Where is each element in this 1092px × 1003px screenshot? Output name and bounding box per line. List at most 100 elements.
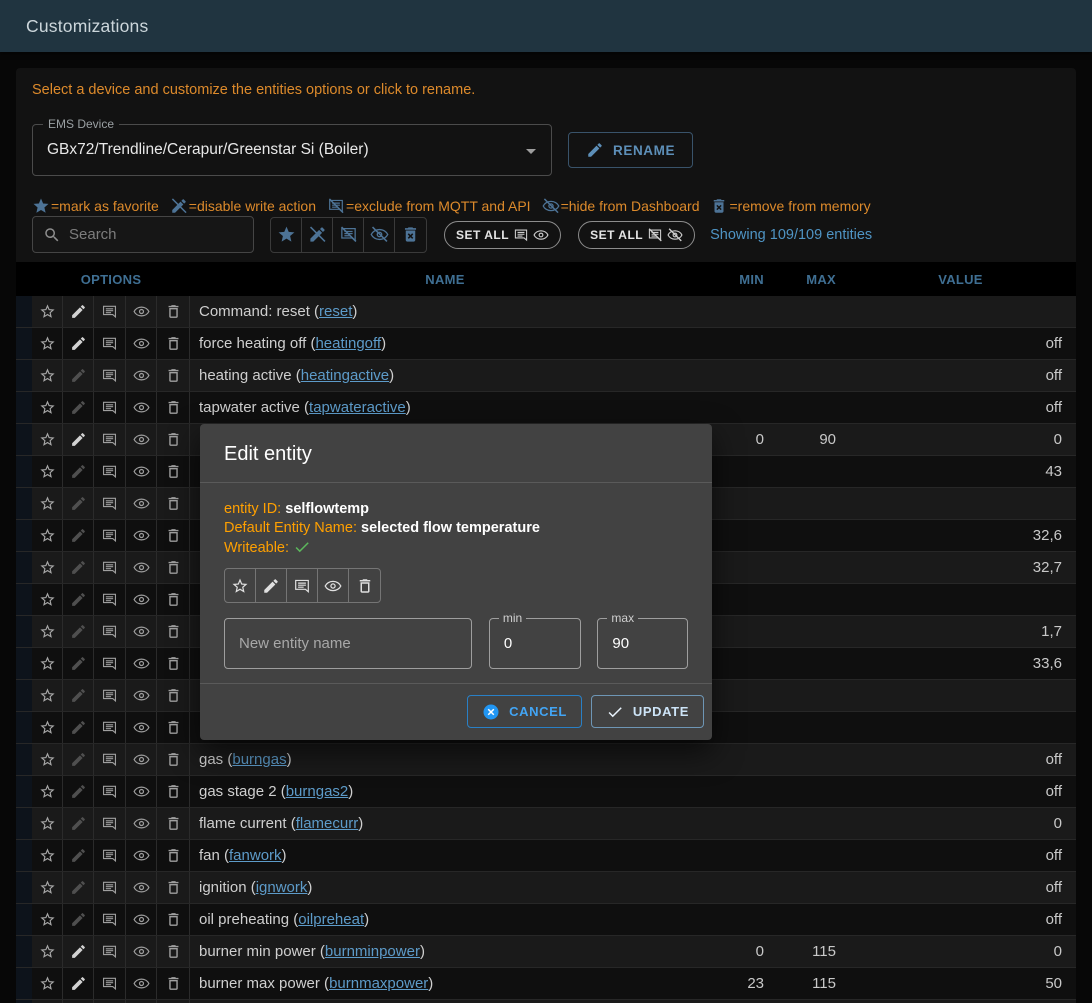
exclude-mqtt-button[interactable] (94, 456, 126, 487)
exclude-mqtt-button[interactable] (94, 648, 126, 679)
visibility-button[interactable] (126, 616, 157, 647)
visibility-button[interactable] (126, 552, 157, 583)
exclude-mqtt-button[interactable] (94, 520, 126, 551)
favorite-button[interactable] (32, 968, 63, 999)
favorite-button[interactable] (32, 904, 63, 935)
favorite-button[interactable] (32, 552, 63, 583)
favorite-button[interactable] (32, 392, 63, 423)
visibility-button[interactable] (126, 776, 157, 807)
visibility-button[interactable] (126, 808, 157, 839)
edit-entity-button[interactable] (63, 712, 94, 743)
delete-button[interactable] (157, 680, 190, 711)
entity-id-link[interactable]: reset (319, 303, 352, 320)
table-row[interactable]: burner min power (burnminpower)01150 (16, 936, 1076, 968)
delete-button[interactable] (157, 392, 190, 423)
delete-button[interactable] (157, 552, 190, 583)
exclude-mqtt-button[interactable] (94, 872, 126, 903)
set-all-hide-button[interactable]: SET ALL (578, 221, 695, 249)
exclude-mqtt-button[interactable] (94, 936, 126, 967)
dialog-delete-button[interactable] (349, 569, 380, 602)
edit-entity-button[interactable] (63, 616, 94, 647)
delete-button[interactable] (157, 776, 190, 807)
table-row[interactable]: Command: reset (reset) (16, 296, 1076, 328)
favorite-button[interactable] (32, 488, 63, 519)
table-row[interactable]: heating active (heatingactive)off (16, 360, 1076, 392)
entity-id-link[interactable]: burngas (232, 751, 286, 768)
toggle-remove-memory-button[interactable] (395, 218, 426, 252)
delete-button[interactable] (157, 520, 190, 551)
delete-button[interactable] (157, 712, 190, 743)
visibility-button[interactable] (126, 520, 157, 551)
favorite-button[interactable] (32, 520, 63, 551)
entity-id-link[interactable]: flamecurr (296, 815, 359, 832)
favorite-button[interactable] (32, 712, 63, 743)
delete-button[interactable] (157, 968, 190, 999)
edit-entity-button[interactable] (63, 744, 94, 775)
delete-button[interactable] (157, 936, 190, 967)
exclude-mqtt-button[interactable] (94, 360, 126, 391)
visibility-button[interactable] (126, 488, 157, 519)
toggle-favorite-button[interactable] (271, 218, 302, 252)
toggle-exclude-mqtt-button[interactable] (333, 218, 364, 252)
exclude-mqtt-button[interactable] (94, 392, 126, 423)
table-row[interactable]: flame current (flamecurr)0 (16, 808, 1076, 840)
exclude-mqtt-button[interactable] (94, 584, 126, 615)
dialog-visibility-button[interactable] (318, 569, 349, 602)
delete-button[interactable] (157, 360, 190, 391)
min-input[interactable] (490, 635, 581, 652)
edit-entity-button[interactable] (63, 392, 94, 423)
table-row[interactable]: ignition (ignwork)off (16, 872, 1076, 904)
visibility-button[interactable] (126, 712, 157, 743)
entity-id-link[interactable]: burnmaxpower (329, 975, 428, 992)
table-row[interactable]: burner max power (burnmaxpower)2311550 (16, 968, 1076, 1000)
exclude-mqtt-button[interactable] (94, 488, 126, 519)
edit-entity-button[interactable] (63, 328, 94, 359)
visibility-button[interactable] (126, 328, 157, 359)
update-button[interactable]: UPDATE (591, 695, 704, 728)
delete-button[interactable] (157, 296, 190, 327)
edit-entity-button[interactable] (63, 424, 94, 455)
visibility-button[interactable] (126, 584, 157, 615)
visibility-button[interactable] (126, 904, 157, 935)
exclude-mqtt-button[interactable] (94, 616, 126, 647)
delete-button[interactable] (157, 808, 190, 839)
exclude-mqtt-button[interactable] (94, 776, 126, 807)
table-row[interactable]: fan (fanwork)off (16, 840, 1076, 872)
exclude-mqtt-button[interactable] (94, 712, 126, 743)
cancel-button[interactable]: CANCEL (467, 695, 582, 728)
edit-entity-button[interactable] (63, 360, 94, 391)
exclude-mqtt-button[interactable] (94, 296, 126, 327)
set-all-show-button[interactable]: SET ALL (444, 221, 561, 249)
visibility-button[interactable] (126, 968, 157, 999)
edit-entity-button[interactable] (63, 488, 94, 519)
favorite-button[interactable] (32, 328, 63, 359)
edit-entity-button[interactable] (63, 648, 94, 679)
table-row[interactable]: gas (burngas)off (16, 744, 1076, 776)
favorite-button[interactable] (32, 936, 63, 967)
exclude-mqtt-button[interactable] (94, 680, 126, 711)
delete-button[interactable] (157, 584, 190, 615)
exclude-mqtt-button[interactable] (94, 744, 126, 775)
visibility-button[interactable] (126, 840, 157, 871)
favorite-button[interactable] (32, 840, 63, 871)
delete-button[interactable] (157, 904, 190, 935)
delete-button[interactable] (157, 744, 190, 775)
edit-entity-button[interactable] (63, 456, 94, 487)
edit-entity-button[interactable] (63, 776, 94, 807)
delete-button[interactable] (157, 872, 190, 903)
table-row[interactable]: tapwater active (tapwateractive)off (16, 392, 1076, 424)
search-box[interactable] (32, 216, 254, 253)
delete-button[interactable] (157, 328, 190, 359)
visibility-button[interactable] (126, 680, 157, 711)
favorite-button[interactable] (32, 776, 63, 807)
delete-button[interactable] (157, 424, 190, 455)
dialog-exclude-mqtt-button[interactable] (287, 569, 318, 602)
delete-button[interactable] (157, 616, 190, 647)
visibility-button[interactable] (126, 936, 157, 967)
edit-entity-button[interactable] (63, 584, 94, 615)
exclude-mqtt-button[interactable] (94, 904, 126, 935)
favorite-button[interactable] (32, 296, 63, 327)
visibility-button[interactable] (126, 424, 157, 455)
favorite-button[interactable] (32, 616, 63, 647)
delete-button[interactable] (157, 456, 190, 487)
